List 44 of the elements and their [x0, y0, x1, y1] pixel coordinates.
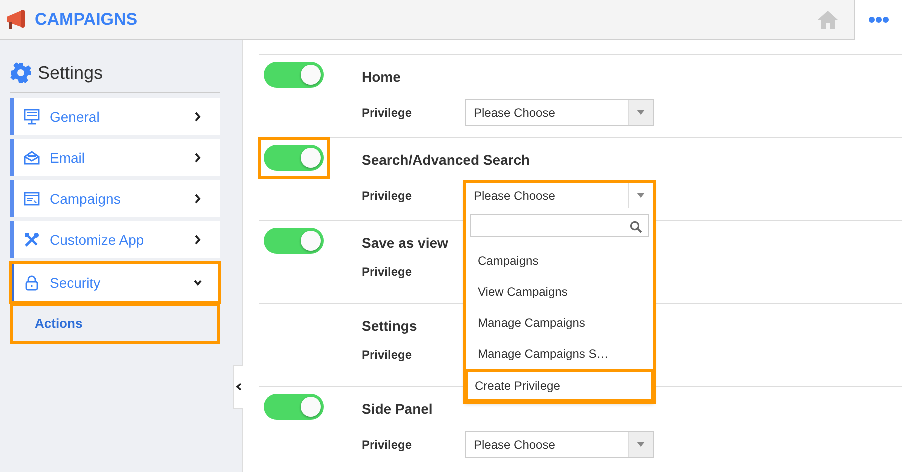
chevron-icon: [194, 194, 202, 204]
action-title: Search/Advanced Search: [362, 152, 530, 168]
action-title: Side Panel: [362, 401, 433, 417]
sidebar-subitem[interactable]: Actions: [10, 303, 220, 344]
action-title: Home: [362, 69, 401, 85]
sidebar-item[interactable]: Email: [10, 139, 220, 176]
more-icon: [868, 16, 888, 22]
lock-icon: [24, 274, 40, 290]
action-title: Save as view: [362, 235, 448, 251]
toggle-switch[interactable]: [264, 62, 324, 88]
window-icon: [24, 190, 40, 206]
caret-icon: [637, 110, 645, 115]
privilege-select[interactable]: Please Choose: [465, 431, 654, 458]
sidebar-item[interactable]: Campaigns: [10, 180, 220, 217]
more-button[interactable]: [854, 0, 902, 40]
privilege-label: Privilege: [362, 106, 414, 120]
privilege-label: Privilege: [362, 348, 414, 362]
monitor-icon: [24, 108, 40, 124]
sidebar-item[interactable]: Security: [10, 262, 220, 303]
collapse-handle[interactable]: [233, 365, 243, 409]
sidebar-item[interactable]: Customize App: [10, 221, 220, 258]
gear-icon: [10, 62, 32, 84]
action-title: Settings: [362, 318, 418, 334]
chevron-icon: [194, 278, 202, 288]
app-title: CAMPAIGNS: [35, 10, 138, 30]
privilege-label: Privilege: [362, 265, 414, 279]
envelope-icon: [24, 150, 40, 166]
chevron-left-icon: [236, 383, 242, 391]
privilege-label: Privilege: [362, 188, 414, 202]
privilege-label: Privilege: [362, 438, 414, 452]
sidebar-item[interactable]: General: [10, 98, 220, 135]
caret-icon: [637, 442, 645, 447]
home-icon: [817, 10, 839, 30]
sidebar-title: Settings: [38, 62, 104, 84]
toggle-switch[interactable]: [264, 145, 324, 171]
caret-icon: [637, 193, 645, 198]
create-privilege-button[interactable]: Create Privilege: [465, 369, 654, 402]
toggle-switch[interactable]: [264, 394, 324, 420]
chevron-icon: [194, 234, 202, 244]
tools-icon: [24, 232, 40, 248]
chevron-icon: [194, 112, 202, 122]
privilege-select[interactable]: Please Choose: [465, 99, 654, 126]
chevron-icon: [194, 152, 202, 162]
toggle-switch[interactable]: [264, 228, 324, 254]
